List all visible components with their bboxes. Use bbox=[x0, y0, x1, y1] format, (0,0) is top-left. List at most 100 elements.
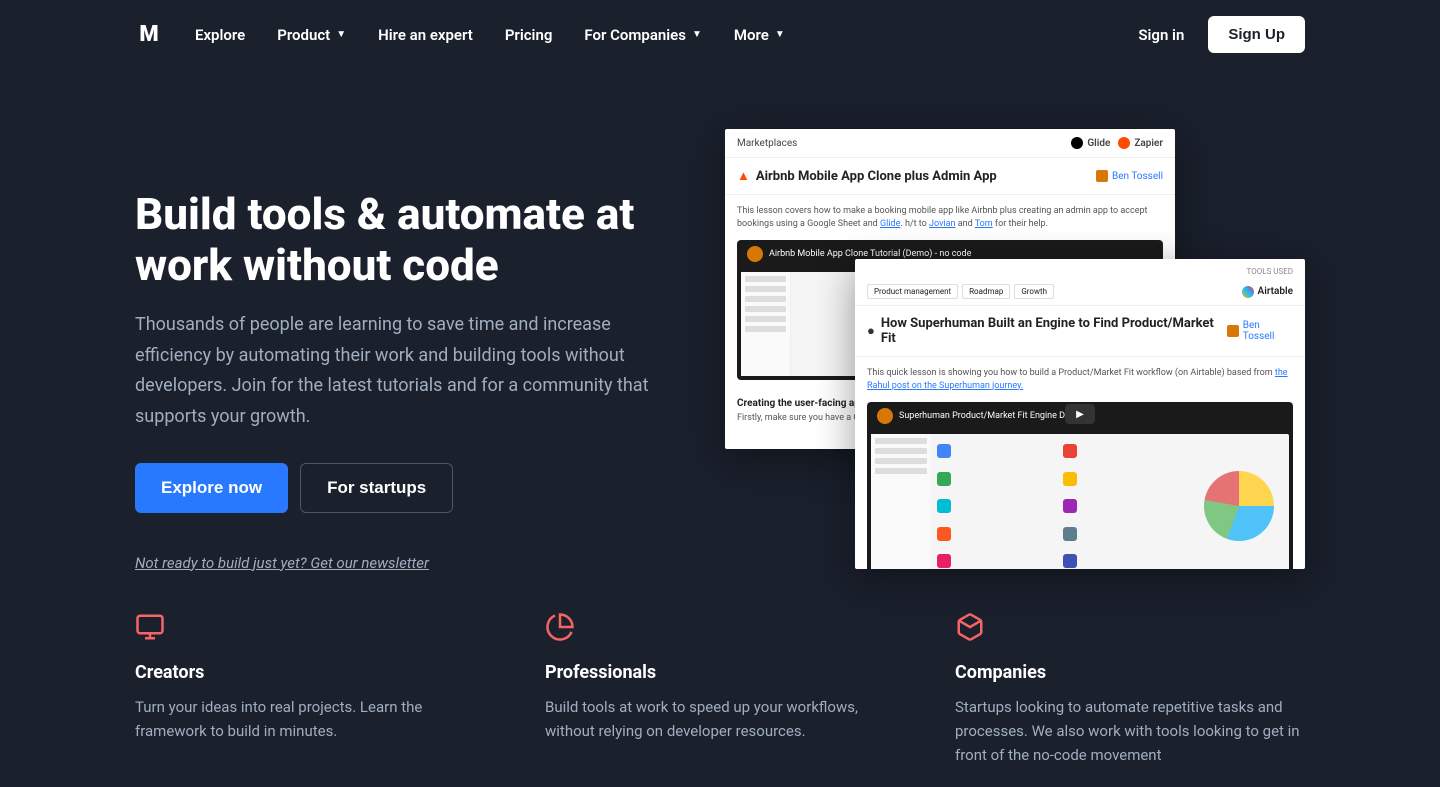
nav-companies[interactable]: For Companies ▼ bbox=[584, 26, 702, 44]
app-color-icon bbox=[1063, 472, 1077, 486]
sidebar-line bbox=[875, 458, 927, 464]
sidebar-line bbox=[745, 306, 786, 312]
navbar: M Explore Product ▼ Hire an expert Prici… bbox=[0, 0, 1440, 69]
features: Creators Turn your ideas into real proje… bbox=[0, 592, 1440, 787]
for-startups-button[interactable]: For startups bbox=[300, 463, 453, 513]
hero-desc: Thousands of people are learning to save… bbox=[135, 310, 665, 432]
airtable-icon bbox=[1242, 286, 1254, 298]
author: Ben Tossell bbox=[1096, 170, 1163, 182]
tool-label: Zapier bbox=[1134, 138, 1163, 149]
sidebar-line bbox=[745, 296, 786, 302]
glide-icon bbox=[1071, 137, 1083, 149]
tab-chip[interactable]: Product management bbox=[867, 284, 958, 299]
app-icon bbox=[935, 549, 1059, 569]
card-title-row: ▲ Airbnb Mobile App Clone plus Admin App… bbox=[725, 157, 1175, 195]
tool-glide: Glide bbox=[1071, 137, 1110, 149]
sidebar-line bbox=[875, 438, 927, 444]
sidebar-line bbox=[745, 326, 786, 332]
chevron-down-icon: ▼ bbox=[336, 29, 346, 40]
video-title: Superhuman Product/Market Fit Engine Dem… bbox=[899, 411, 1083, 421]
tom-link[interactable]: Tom bbox=[975, 219, 993, 229]
nav-more[interactable]: More ▼ bbox=[734, 26, 785, 44]
pie-chart-icon bbox=[1204, 471, 1274, 541]
nav-explore[interactable]: Explore bbox=[195, 26, 245, 44]
signin-link[interactable]: Sign in bbox=[1138, 26, 1184, 44]
hero: Build tools & automate at work without c… bbox=[0, 69, 1440, 592]
explore-now-button[interactable]: Explore now bbox=[135, 463, 288, 513]
breadcrumb: Marketplaces bbox=[737, 138, 797, 149]
sidebar-line bbox=[745, 286, 786, 292]
desc-text: for their help. bbox=[993, 219, 1048, 229]
card-desc: This quick lesson is showing you how to … bbox=[855, 357, 1305, 402]
hero-title: Build tools & automate at work without c… bbox=[135, 189, 665, 290]
app-icon bbox=[1061, 493, 1185, 519]
pie-chart-icon bbox=[545, 612, 895, 646]
nav-links: Explore Product ▼ Hire an expert Pricing… bbox=[195, 26, 785, 44]
tabs: Product management Roadmap Growth bbox=[867, 284, 1054, 299]
card-header: Marketplaces Glide Zapier bbox=[725, 129, 1175, 157]
video-sidebar bbox=[871, 434, 931, 569]
app-icon bbox=[1061, 521, 1185, 547]
signup-button[interactable]: Sign Up bbox=[1208, 16, 1305, 53]
app-color-icon bbox=[937, 554, 951, 568]
app-color-icon bbox=[937, 444, 951, 458]
play-icon[interactable]: ▶ bbox=[1065, 404, 1095, 424]
box-icon bbox=[955, 612, 1305, 646]
app-color-icon bbox=[1063, 444, 1077, 458]
app-icon bbox=[1061, 466, 1185, 492]
app-icon bbox=[935, 438, 1059, 464]
video-sidebar bbox=[741, 272, 791, 376]
card-title-text: Airbnb Mobile App Clone plus Admin App bbox=[756, 169, 997, 184]
bullet-icon: ● bbox=[867, 323, 875, 339]
card-header: TOOLS USED bbox=[855, 259, 1305, 284]
chevron-down-icon: ▼ bbox=[775, 29, 785, 40]
jovian-link[interactable]: Jovian bbox=[929, 219, 955, 229]
nav-left: M Explore Product ▼ Hire an expert Prici… bbox=[135, 21, 785, 49]
video-avatar-icon bbox=[877, 408, 893, 424]
video-title: Airbnb Mobile App Clone Tutorial (Demo) … bbox=[769, 249, 971, 259]
tools-row: Glide Zapier bbox=[1071, 137, 1163, 149]
tab-chip[interactable]: Growth bbox=[1014, 284, 1054, 299]
logo[interactable]: M bbox=[135, 21, 163, 49]
card-title: ● How Superhuman Built an Engine to Find… bbox=[867, 316, 1227, 346]
feature-title: Companies bbox=[955, 662, 1305, 683]
author: Ben Tossell bbox=[1227, 320, 1293, 342]
nav-product[interactable]: Product ▼ bbox=[277, 26, 346, 44]
author-name: Ben Tossell bbox=[1112, 171, 1163, 182]
author-name: Ben Tossell bbox=[1243, 320, 1293, 342]
feature-desc: Turn your ideas into real projects. Lear… bbox=[135, 695, 485, 743]
app-color-icon bbox=[1063, 554, 1077, 568]
pie-chart-area bbox=[1189, 434, 1289, 569]
card-title: ▲ Airbnb Mobile App Clone plus Admin App bbox=[737, 168, 997, 184]
author-avatar-icon bbox=[1227, 325, 1239, 337]
nav-more-label: More bbox=[734, 26, 769, 44]
app-color-icon bbox=[1063, 527, 1077, 541]
video-avatar-icon bbox=[747, 246, 763, 262]
app-icon bbox=[935, 521, 1059, 547]
app-color-icon bbox=[937, 472, 951, 486]
app-color-icon bbox=[937, 499, 951, 513]
author-avatar-icon bbox=[1096, 170, 1108, 182]
feature-title: Professionals bbox=[545, 662, 895, 683]
nav-pricing[interactable]: Pricing bbox=[505, 26, 553, 44]
nav-hire[interactable]: Hire an expert bbox=[378, 26, 473, 44]
chevron-down-icon: ▼ bbox=[692, 29, 702, 40]
desc-text: and bbox=[956, 219, 975, 229]
app-icon bbox=[1061, 438, 1185, 464]
tool-airtable: Airtable bbox=[1242, 286, 1293, 298]
feature-title: Creators bbox=[135, 662, 485, 683]
feature-creators: Creators Turn your ideas into real proje… bbox=[135, 612, 485, 767]
tab-chip[interactable]: Roadmap bbox=[962, 284, 1010, 299]
zapier-icon bbox=[1118, 137, 1130, 149]
sidebar-line bbox=[745, 316, 786, 322]
nav-companies-label: For Companies bbox=[584, 26, 686, 44]
feature-professionals: Professionals Build tools at work to spe… bbox=[545, 612, 895, 767]
newsletter-link[interactable]: Not ready to build just yet? Get our new… bbox=[135, 554, 429, 572]
glide-link[interactable]: Glide bbox=[880, 219, 900, 229]
tool-label: Airtable bbox=[1258, 286, 1293, 297]
monitor-icon bbox=[135, 612, 485, 646]
hero-buttons: Explore now For startups bbox=[135, 463, 665, 513]
tools-used-label: TOOLS USED bbox=[1247, 267, 1293, 276]
app-icon bbox=[935, 466, 1059, 492]
sidebar-line bbox=[745, 276, 786, 282]
